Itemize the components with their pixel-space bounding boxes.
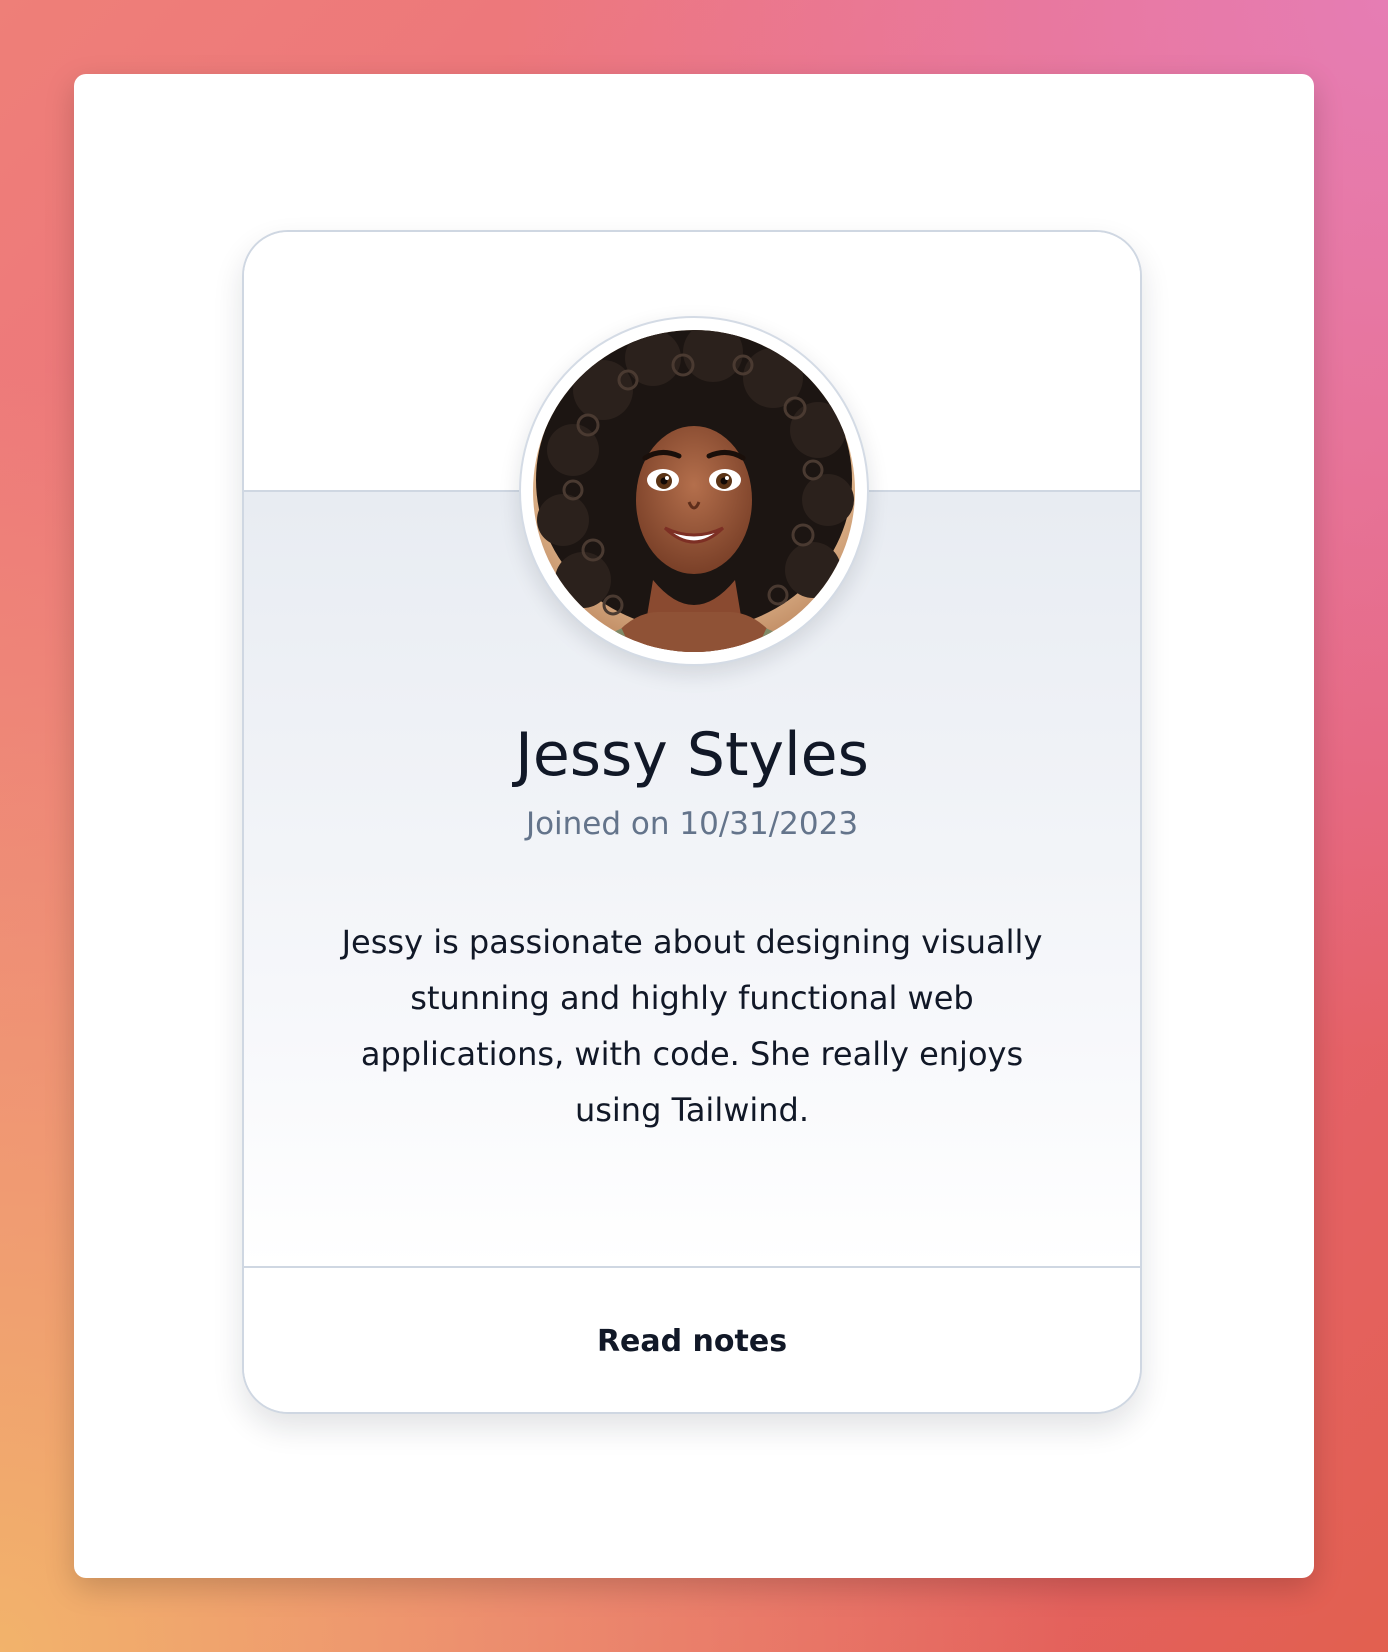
read-notes-label: Read notes bbox=[596, 1323, 788, 1359]
content-panel: Jessy Styles Joined on 10/31/2023 Jessy … bbox=[74, 74, 1314, 1578]
profile-name: Jessy Styles bbox=[515, 720, 869, 790]
avatar-frame bbox=[519, 316, 869, 666]
avatar-portrait-icon bbox=[533, 330, 855, 652]
joined-date: Joined on 10/31/2023 bbox=[525, 806, 859, 842]
profile-card: Jessy Styles Joined on 10/31/2023 Jessy … bbox=[242, 230, 1142, 1414]
profile-bio: Jessy is passionate about designing visu… bbox=[341, 923, 1043, 1129]
read-notes-button[interactable]: Read notes bbox=[244, 1266, 1140, 1412]
avatar bbox=[533, 330, 855, 652]
